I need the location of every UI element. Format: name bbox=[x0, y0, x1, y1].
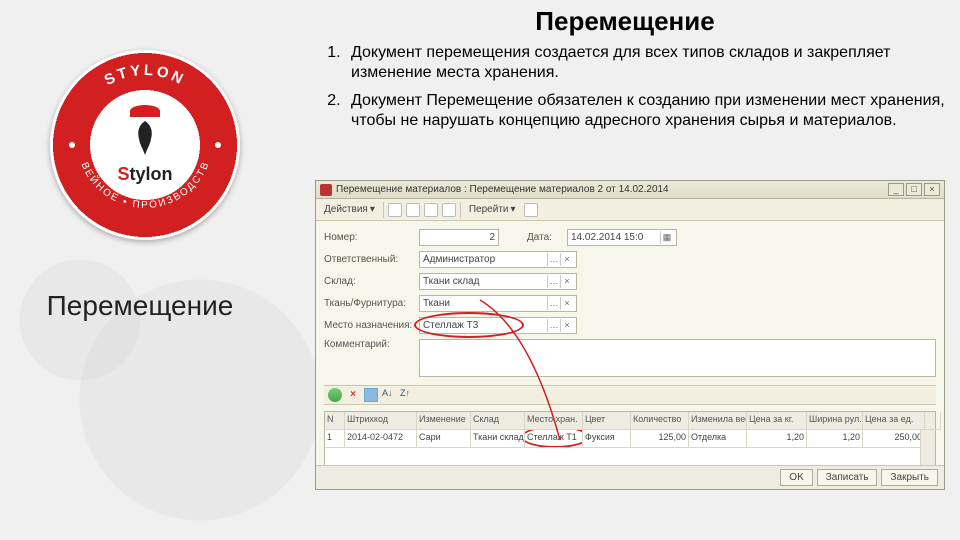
cell-color: Фуксия bbox=[583, 430, 631, 448]
left-column: STYLON ШВЕЙНОЕ • ПРОИЗВОДСТВО Stylon Пер… bbox=[0, 0, 300, 540]
close-footer-button[interactable]: Закрыть bbox=[881, 469, 938, 486]
grid-toolbar: × A↓ Z↑ bbox=[324, 385, 936, 405]
responsible-field[interactable]: Администратор…× bbox=[419, 251, 577, 268]
bullet-2: Документ Перемещение обязателен к создан… bbox=[345, 91, 950, 131]
destination-field[interactable]: Стеллаж Т3 …× bbox=[419, 317, 577, 334]
clear-icon[interactable]: × bbox=[560, 275, 573, 288]
table-row[interactable]: 1 2014-02-0472 Сари Ткани склад Стеллаж … bbox=[325, 430, 935, 448]
toolbar-icon-1[interactable] bbox=[388, 203, 402, 217]
toolbar-icon-4[interactable] bbox=[442, 203, 456, 217]
logo-medallion: STYLON ШВЕЙНОЕ • ПРОИЗВОДСТВО Stylon bbox=[50, 50, 240, 240]
grid-header: N Штрихкод Изменение Склад Место хран. Ц… bbox=[325, 412, 935, 430]
logo-ring-text: STYLON ШВЕЙНОЕ • ПРОИЗВОДСТВО bbox=[50, 50, 240, 240]
col-warehouse[interactable]: Склад bbox=[471, 412, 525, 430]
window-title: Перемещение материалов : Перемещение мат… bbox=[336, 184, 886, 195]
select-icon[interactable]: … bbox=[547, 275, 560, 288]
chevron-down-icon: ▾ bbox=[510, 204, 515, 215]
select-icon[interactable]: … bbox=[547, 297, 560, 310]
col-price-unit[interactable]: Цена за ед. bbox=[863, 412, 925, 430]
clear-icon[interactable]: × bbox=[560, 297, 573, 310]
close-button[interactable]: × bbox=[924, 183, 940, 196]
col-qty[interactable]: Количество bbox=[631, 412, 689, 430]
date-picker-icon[interactable]: ▦ bbox=[660, 231, 673, 244]
window-titlebar[interactable]: Перемещение материалов : Перемещение мат… bbox=[316, 181, 944, 199]
warehouse-field[interactable]: Ткани склад…× bbox=[419, 273, 577, 290]
cell-warehouse: Ткани склад bbox=[471, 430, 525, 448]
label-date: Дата: bbox=[527, 232, 567, 243]
slide-heading: Перемещение bbox=[465, 6, 785, 37]
right-column: Перемещение Документ перемещения создает… bbox=[315, 6, 950, 139]
label-comment: Комментарий: bbox=[324, 337, 419, 350]
chevron-down-icon: ▾ bbox=[370, 204, 375, 215]
cell-barcode: 2014-02-0472 bbox=[345, 430, 417, 448]
minimize-button[interactable]: _ bbox=[888, 183, 904, 196]
col-scroll bbox=[925, 412, 941, 430]
col-n[interactable]: N bbox=[325, 412, 345, 430]
col-changed[interactable]: Изменила вес bbox=[689, 412, 747, 430]
label-number: Номер: bbox=[324, 232, 419, 243]
slide-bullets: Документ перемещения создается для всех … bbox=[315, 43, 950, 131]
slide-side-title: Перемещение bbox=[0, 290, 280, 322]
cell-price-kg: 1,20 bbox=[747, 430, 807, 448]
sort-desc-icon[interactable]: Z↑ bbox=[400, 388, 414, 402]
maximize-button[interactable]: □ bbox=[906, 183, 922, 196]
cell-changed: Отделка bbox=[689, 430, 747, 448]
form-area: Номер: 2 Дата: 14.02.2014 15:0▦ Ответств… bbox=[316, 221, 944, 411]
clear-icon[interactable]: × bbox=[560, 319, 573, 332]
comment-field[interactable] bbox=[419, 339, 936, 377]
actions-menu[interactable]: Действия ▾ bbox=[320, 203, 379, 216]
save-button[interactable]: Записать bbox=[817, 469, 878, 486]
select-icon[interactable]: … bbox=[547, 253, 560, 266]
date-field[interactable]: 14.02.2014 15:0▦ bbox=[567, 229, 677, 246]
number-field[interactable]: 2 bbox=[419, 229, 499, 246]
col-place[interactable]: Место хран. bbox=[525, 412, 583, 430]
cell-price-unit: 250,00 bbox=[863, 430, 925, 448]
toolbar: Действия ▾ Перейти ▾ bbox=[316, 199, 944, 221]
ok-button[interactable]: OK bbox=[780, 469, 812, 486]
svg-text:STYLON: STYLON bbox=[102, 62, 189, 89]
delete-row-icon[interactable]: × bbox=[346, 388, 360, 402]
col-barcode[interactable]: Штрихкод bbox=[345, 412, 417, 430]
app-window: Перемещение материалов : Перемещение мат… bbox=[315, 180, 945, 490]
fabric-field[interactable]: Ткани…× bbox=[419, 295, 577, 312]
label-responsible: Ответственный: bbox=[324, 254, 419, 265]
select-icon[interactable]: … bbox=[547, 319, 560, 332]
cell-width: 1,20 bbox=[807, 430, 863, 448]
col-width[interactable]: Ширина рул. bbox=[807, 412, 863, 430]
col-color[interactable]: Цвет bbox=[583, 412, 631, 430]
label-warehouse: Склад: bbox=[324, 276, 419, 287]
cell-change: Сари bbox=[417, 430, 471, 448]
window-icon bbox=[320, 184, 332, 196]
sort-asc-icon[interactable]: A↓ bbox=[382, 388, 396, 402]
edit-row-icon[interactable] bbox=[364, 388, 378, 402]
toolbar-icon-3[interactable] bbox=[424, 203, 438, 217]
col-price-kg[interactable]: Цена за кг. bbox=[747, 412, 807, 430]
col-change[interactable]: Изменение bbox=[417, 412, 471, 430]
toolbar-icon-5[interactable] bbox=[524, 203, 538, 217]
bullet-1: Документ перемещения создается для всех … bbox=[345, 43, 950, 83]
cell-n: 1 bbox=[325, 430, 345, 448]
label-dest: Место назначения: bbox=[324, 320, 419, 331]
clear-icon[interactable]: × bbox=[560, 253, 573, 266]
cell-place: Стеллаж Т1 bbox=[525, 430, 583, 448]
toolbar-icon-2[interactable] bbox=[406, 203, 420, 217]
add-row-icon[interactable] bbox=[328, 388, 342, 402]
go-menu[interactable]: Перейти ▾ bbox=[465, 203, 520, 216]
label-fabric: Ткань/Фурнитура: bbox=[324, 298, 419, 309]
cell-qty: 125,00 bbox=[631, 430, 689, 448]
window-footer: OK Записать Закрыть bbox=[316, 465, 944, 489]
